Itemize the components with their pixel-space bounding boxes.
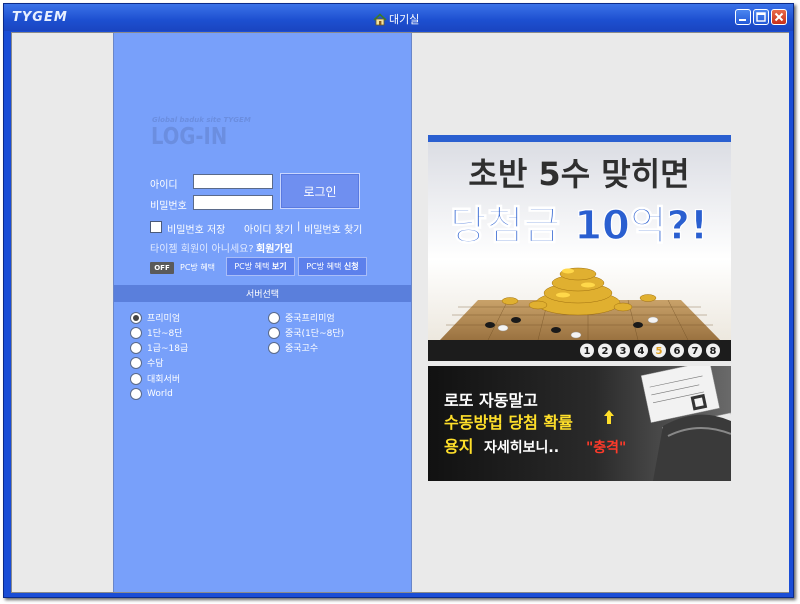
lotto-line3a: 용지 — [444, 437, 473, 456]
id-input[interactable] — [193, 174, 273, 189]
minimize-button[interactable] — [735, 9, 751, 25]
number-label: 6 — [674, 346, 681, 357]
server-option-label: 중국고수 — [285, 344, 319, 354]
lotto-line3b: 자세히보니.. — [484, 439, 559, 456]
pc-benefit-apply-button[interactable]: PC방 혜택 신청 — [298, 257, 367, 276]
server-option-label: 중국(1단~8단) — [285, 329, 345, 339]
link-separator: | — [297, 221, 301, 232]
server-option[interactable]: World — [130, 387, 173, 400]
server-option[interactable]: 중국고수 — [268, 341, 318, 354]
signup-question: 타이젬 회원이 아니세요? — [150, 244, 254, 255]
pc-toggle[interactable]: OFF — [150, 262, 174, 274]
server-option-label: 프리미엄 — [147, 314, 181, 324]
prize-headline: 초반 5수 맞히면 — [468, 155, 689, 193]
server-option-label: 1급~18급 — [147, 344, 189, 354]
window-title-text: 대기실 — [389, 13, 420, 26]
radio-button[interactable] — [130, 356, 142, 369]
signup-link[interactable]: 회원가입 — [256, 240, 293, 255]
number-label: 8 — [710, 346, 717, 357]
maximize-icon — [756, 12, 766, 22]
pc-view-prefix: PC방 혜택 — [234, 262, 270, 271]
lotto-line2: 수동방법 당첨 확률 — [444, 413, 573, 432]
home-icon — [373, 12, 387, 25]
lotto-line1: 로또 자동말고 — [444, 391, 538, 410]
save-password-label: 비밀번호 저장 — [167, 225, 226, 236]
server-option-label: 대회서버 — [147, 375, 181, 385]
main-window: TYGEM 대기실 Global baduk site TYGEM LOG-IN — [3, 3, 794, 598]
server-option[interactable]: 1급~18급 — [130, 341, 188, 354]
title-bar[interactable]: TYGEM 대기실 — [4, 4, 793, 31]
close-icon — [774, 12, 784, 22]
save-password-checkbox[interactable] — [150, 221, 162, 233]
radio-button[interactable] — [130, 387, 142, 400]
find-password-link[interactable]: 비밀번호 찾기 — [304, 221, 362, 236]
prize-subheadline: 당첨금 10억?! — [450, 203, 708, 249]
password-label: 비밀번호 — [150, 201, 187, 212]
pc-benefit-view-button[interactable]: PC방 혜택 보기 — [226, 257, 295, 276]
server-select-header: 서버선택 — [114, 285, 411, 302]
ad-panel: 초반 5수 맞히면 당첨금 10억?! 12345678 로또 자동말고 수동방… — [413, 33, 789, 592]
server-option-label: 중국프리미엄 — [285, 314, 335, 324]
client-area: Global baduk site TYGEM LOG-IN 아이디 비밀번호 … — [11, 32, 789, 593]
radio-button[interactable] — [130, 326, 142, 339]
pc-apply-bold: 신청 — [343, 262, 359, 271]
number-label: 2 — [602, 346, 609, 357]
number-label: 3 — [620, 346, 627, 357]
find-id-link[interactable]: 아이디 찾기 — [244, 221, 293, 236]
window-controls — [735, 9, 787, 25]
close-button[interactable] — [771, 9, 787, 25]
prize-banner-graphic: 초반 5수 맞히면 당첨금 10억?! 12345678 — [428, 135, 731, 361]
ad-banner-lotto[interactable]: 로또 자동말고 수동방법 당첨 확률 용지 자세히보니.. "충격" — [428, 366, 731, 481]
lotto-banner-graphic: 로또 자동말고 수동방법 당첨 확률 용지 자세히보니.. "충격" — [428, 366, 731, 481]
radio-button[interactable] — [130, 341, 142, 354]
number-label: 1 — [584, 346, 591, 357]
server-option[interactable]: 수담 — [130, 356, 164, 369]
radio-button[interactable] — [130, 372, 142, 385]
radio-button[interactable] — [130, 311, 142, 324]
id-label: 아이디 — [150, 180, 178, 191]
number-label: 7 — [692, 346, 699, 357]
minimize-icon — [739, 19, 746, 21]
server-option[interactable]: 프리미엄 — [130, 311, 180, 324]
password-input[interactable] — [193, 195, 273, 210]
radio-button[interactable] — [268, 326, 280, 339]
ad-banner-prize[interactable]: 초반 5수 맞히면 당첨금 10억?! 12345678 — [428, 135, 731, 361]
login-panel: Global baduk site TYGEM LOG-IN 아이디 비밀번호 … — [113, 33, 412, 592]
number-label: 4 — [638, 346, 645, 357]
server-option-label: 1단~8단 — [147, 329, 183, 339]
server-option[interactable]: 1단~8단 — [130, 326, 183, 339]
radio-button[interactable] — [268, 311, 280, 324]
server-option[interactable]: 중국프리미엄 — [268, 311, 335, 324]
app-logo: TYGEM — [12, 10, 68, 25]
pc-apply-prefix: PC방 혜택 — [306, 262, 342, 271]
radio-button[interactable] — [268, 341, 280, 354]
maximize-button[interactable] — [753, 9, 769, 25]
server-option[interactable]: 대회서버 — [130, 372, 180, 385]
brand-tagline: Global baduk site TYGEM — [152, 116, 251, 124]
lotto-line3c: "충격" — [586, 439, 626, 456]
server-option-label: World — [147, 388, 173, 399]
pc-view-bold: 보기 — [271, 262, 287, 271]
pc-benefit-label: PC방 혜택 — [180, 263, 216, 272]
login-heading: LOG-IN — [151, 124, 228, 150]
server-option-label: 수담 — [147, 359, 164, 369]
number-label: 5 — [656, 346, 663, 357]
login-button[interactable]: 로그인 — [280, 173, 360, 209]
window-title: 대기실 — [373, 11, 419, 27]
server-option[interactable]: 중국(1단~8단) — [268, 326, 344, 339]
